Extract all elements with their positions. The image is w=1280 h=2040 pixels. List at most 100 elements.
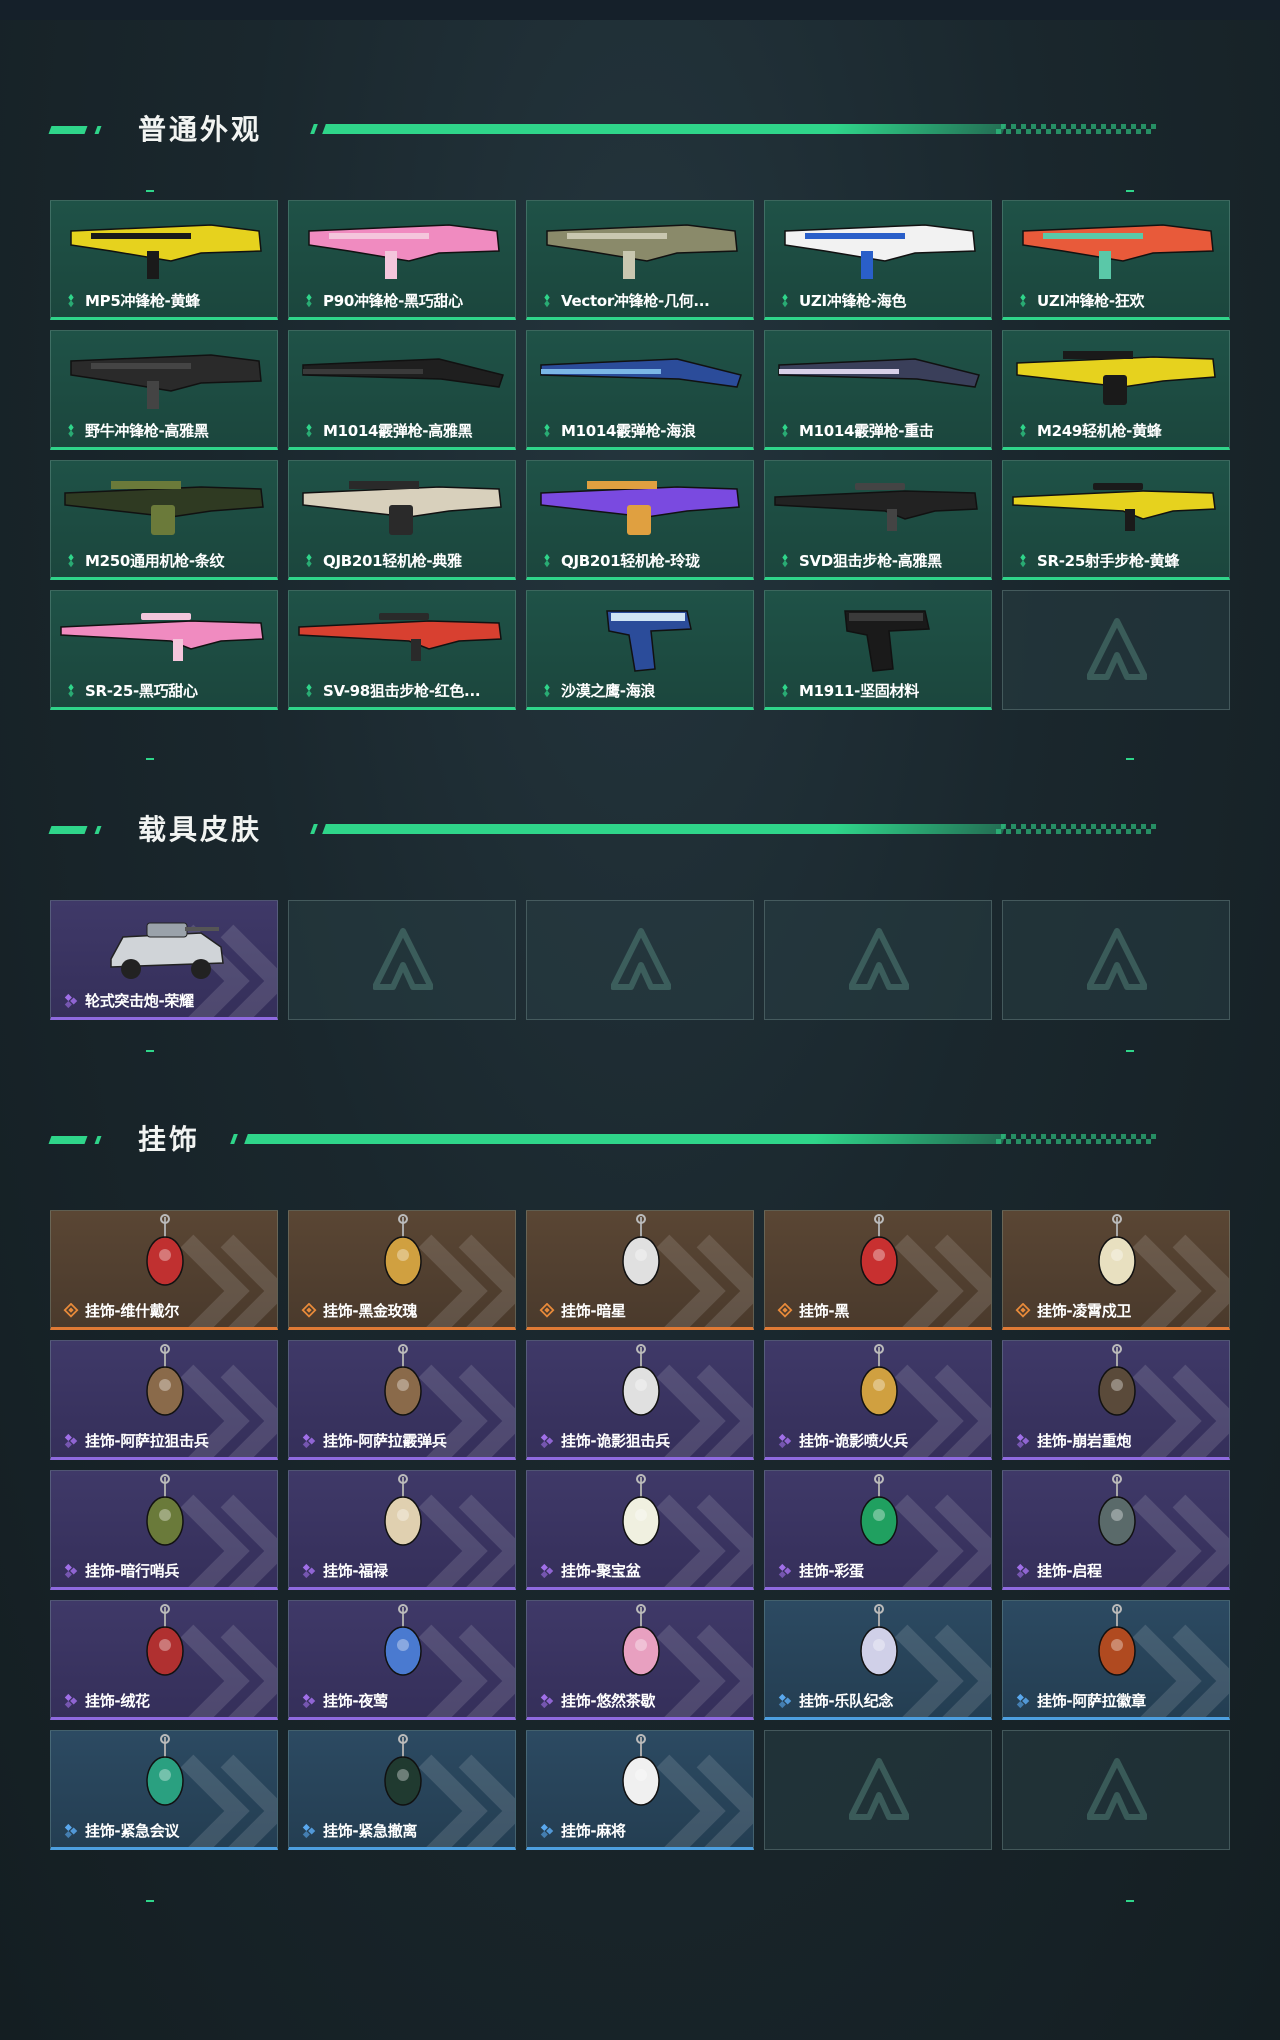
item-label: 挂饰-阿萨拉狙击兵 xyxy=(85,1432,209,1450)
charm-card[interactable]: 挂饰-凌霄戍卫 xyxy=(1002,1210,1230,1330)
header-line-tick xyxy=(310,124,318,134)
charm-icon xyxy=(1098,1474,1136,1546)
lmg-icon xyxy=(64,481,264,535)
section-header: 普通外观 xyxy=(0,100,1280,160)
item-label: M1014霰弹枪-重击 xyxy=(799,422,934,440)
charm-card[interactable]: 挂饰-夜莺 xyxy=(288,1600,516,1720)
charm-card[interactable]: 挂饰-阿萨拉狙击兵 xyxy=(50,1340,278,1460)
charm-card[interactable]: 挂饰-诡影喷火兵 xyxy=(764,1340,992,1460)
weapon-skin-card[interactable]: M1911-坚固材料 xyxy=(764,590,992,710)
rarity-green-icon xyxy=(544,293,550,308)
weapon-skin-card[interactable]: UZI冲锋枪-海色 xyxy=(764,200,992,320)
weapon-skin-card[interactable]: P90冲锋枪-黑巧甜心 xyxy=(288,200,516,320)
charm-card[interactable]: 挂饰-福禄 xyxy=(288,1470,516,1590)
charm-card[interactable]: 挂饰-暗行哨兵 xyxy=(50,1470,278,1590)
weapon-skin-card[interactable]: M250通用机枪-条纹 xyxy=(50,460,278,580)
charm-icon xyxy=(622,1734,660,1806)
section-header: 载具皮肤 xyxy=(0,800,1280,860)
weapon-skin-card[interactable]: SVD狙击步枪-高雅黑 xyxy=(764,460,992,580)
header-line-tick xyxy=(310,824,318,834)
charm-card[interactable]: 挂饰-维什戴尔 xyxy=(50,1210,278,1330)
item-label: 挂饰-维什戴尔 xyxy=(85,1302,180,1320)
charm-icon xyxy=(622,1604,660,1676)
weapon-skin-card[interactable]: QJB201轻机枪-典雅 xyxy=(288,460,516,580)
charm-card[interactable]: 挂饰-诡影狙击兵 xyxy=(526,1340,754,1460)
charm-icon xyxy=(384,1344,422,1416)
weapon-skin-card[interactable]: SR-25射手步枪-黄蜂 xyxy=(1002,460,1230,580)
weapon-skin-card[interactable]: M1014霰弹枪-高雅黑 xyxy=(288,330,516,450)
smg-icon xyxy=(70,354,262,409)
charm-card[interactable]: 挂饰-黑 xyxy=(764,1210,992,1330)
weapon-skin-card[interactable]: SV-98狙击步枪-红色... xyxy=(288,590,516,710)
weapon-skin-card[interactable]: M249轻机枪-黄蜂 xyxy=(1002,330,1230,450)
charm-icon xyxy=(622,1344,660,1416)
item-label: 挂饰-乐队纪念 xyxy=(799,1692,894,1710)
charm-card[interactable]: 挂饰-启程 xyxy=(1002,1470,1230,1590)
header-accent-tick xyxy=(94,126,102,134)
item-label: 挂饰-暗行哨兵 xyxy=(85,1562,180,1580)
empty-slot xyxy=(1002,1730,1230,1850)
rarity-purple-icon xyxy=(778,1433,792,1449)
corner-mark xyxy=(1126,1900,1134,1902)
charm-card[interactable]: 挂饰-麻将 xyxy=(526,1730,754,1850)
header-accent-tick xyxy=(94,1136,102,1144)
rarity-purple-icon xyxy=(302,1433,316,1449)
charm-card[interactable]: 挂饰-崩岩重炮 xyxy=(1002,1340,1230,1460)
charm-card[interactable]: 挂饰-聚宝盆 xyxy=(526,1470,754,1590)
weapon-skin-card[interactable]: SR-25-黑巧甜心 xyxy=(50,590,278,710)
charm-card[interactable]: 挂饰-悠然茶歇 xyxy=(526,1600,754,1720)
charm-card[interactable]: 挂饰-紧急撤离 xyxy=(288,1730,516,1850)
header-accent-bar xyxy=(48,126,88,134)
charm-card[interactable]: 挂饰-紧急会议 xyxy=(50,1730,278,1850)
weapon-skin-card[interactable]: MP5冲锋枪-黄蜂 xyxy=(50,200,278,320)
rarity-gold-icon xyxy=(1015,1303,1031,1318)
rarity-green-icon xyxy=(68,423,74,438)
weapon-skin-card[interactable]: M1014霰弹枪-海浪 xyxy=(526,330,754,450)
charm-icon xyxy=(384,1474,422,1546)
charm-card[interactable]: 挂饰-黑金玫瑰 xyxy=(288,1210,516,1330)
item-label: 挂饰-黑金玫瑰 xyxy=(323,1302,418,1320)
weapon-skin-card[interactable]: QJB201轻机枪-玲珑 xyxy=(526,460,754,580)
charms-section: 挂饰 挂饰-维什戴尔 挂饰-黑金玫瑰 挂饰-暗星 挂饰-黑 挂饰-凌霄戍卫 挂饰-阿萨拉狙… xyxy=(0,1110,1280,1902)
empty-slot-logo-icon xyxy=(1087,928,1147,990)
pistol-icon xyxy=(844,610,930,672)
rarity-blue-icon xyxy=(540,1823,554,1839)
charm-icon xyxy=(1098,1214,1136,1286)
rarity-blue-icon xyxy=(302,1823,316,1839)
charm-card[interactable]: 挂饰-乐队纪念 xyxy=(764,1600,992,1720)
corner-mark xyxy=(146,190,154,192)
rarity-green-icon xyxy=(68,293,74,308)
weapon-skin-card[interactable]: 沙漠之鹰-海浪 xyxy=(526,590,754,710)
weapon-skin-card[interactable]: M1014霰弹枪-重击 xyxy=(764,330,992,450)
charm-card[interactable]: 挂饰-彩蛋 xyxy=(764,1470,992,1590)
item-label: QJB201轻机枪-玲珑 xyxy=(561,552,700,570)
weapon-skins-section: 普通外观 MP5冲锋枪-黄蜂 P90冲锋枪-黑巧甜心 Vector冲锋枪-几何...… xyxy=(0,100,1280,760)
charm-card[interactable]: 挂饰-暗星 xyxy=(526,1210,754,1330)
pistol-icon xyxy=(606,610,692,672)
header-line-tick xyxy=(230,1134,238,1144)
rarity-green-icon xyxy=(782,553,788,568)
item-label: M249轻机枪-黄蜂 xyxy=(1037,422,1162,440)
item-label: 挂饰-彩蛋 xyxy=(799,1562,864,1580)
charm-card[interactable]: 挂饰-阿萨拉徽章 xyxy=(1002,1600,1230,1720)
corner-mark xyxy=(1126,1050,1134,1052)
corner-mark xyxy=(1126,190,1134,192)
rarity-purple-icon xyxy=(64,993,78,1009)
rarity-green-icon xyxy=(306,553,312,568)
weapon-skin-card[interactable]: UZI冲锋枪-狂欢 xyxy=(1002,200,1230,320)
item-label: 挂饰-暗星 xyxy=(561,1302,626,1320)
rarity-purple-icon xyxy=(64,1433,78,1449)
item-label: 挂饰-绒花 xyxy=(85,1692,150,1710)
charm-icon xyxy=(384,1604,422,1676)
vehicle-skin-card[interactable]: 轮式突击炮-荣耀 xyxy=(50,900,278,1020)
charm-card[interactable]: 挂饰-绒花 xyxy=(50,1600,278,1720)
charm-card[interactable]: 挂饰-阿萨拉霰弹兵 xyxy=(288,1340,516,1460)
weapon-skin-card[interactable]: 野牛冲锋枪-高雅黑 xyxy=(50,330,278,450)
rarity-green-icon xyxy=(68,683,74,698)
charm-icon xyxy=(860,1214,898,1286)
weapon-skin-card[interactable]: Vector冲锋枪-几何... xyxy=(526,200,754,320)
corner-mark xyxy=(1126,758,1134,760)
header-line xyxy=(244,1134,1006,1144)
item-label: 挂饰-聚宝盆 xyxy=(561,1562,641,1580)
rarity-green-icon xyxy=(782,683,788,698)
